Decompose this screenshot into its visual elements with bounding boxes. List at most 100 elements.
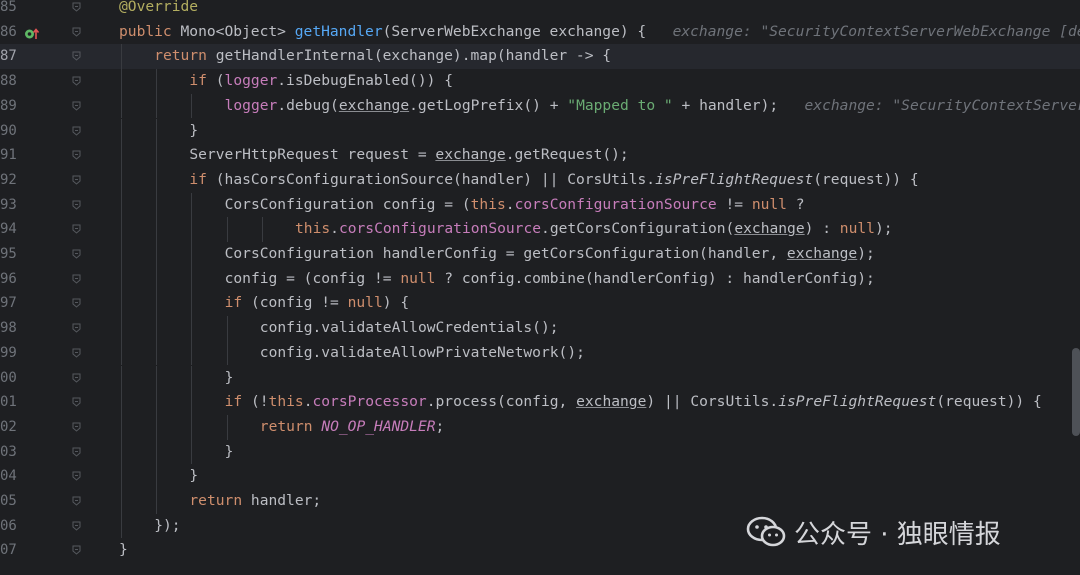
code-line[interactable]: 92 if (hasCorsConfigurationSource(handler… — [0, 167, 1080, 193]
line-number[interactable]: 94 — [0, 217, 18, 242]
fold-marker-icon[interactable] — [72, 545, 81, 556]
code-text[interactable]: @Override — [119, 0, 198, 20]
code-line[interactable]: 96 config = (config != null ? config.comb… — [0, 266, 1080, 292]
code-line[interactable]: 05 return handler; — [0, 489, 1080, 514]
code-text[interactable]: logger.debug(exchange.getLogPrefix() + "… — [225, 94, 1080, 119]
code-line[interactable]: 89 logger.debug(exchange.getLogPrefix() +… — [0, 93, 1080, 119]
code-line[interactable]: 94 this.corsConfigurationSource.getCorsCo… — [0, 217, 1080, 242]
fold-marker-icon[interactable] — [72, 496, 81, 506]
code-line[interactable]: 90} — [0, 118, 1080, 144]
code-text[interactable]: CorsConfiguration config = (this.corsCon… — [225, 193, 805, 218]
code-text[interactable]: if (config != null) { — [225, 291, 410, 316]
code-text[interactable]: ServerHttpRequest request = exchange.get… — [189, 143, 628, 168]
line-number[interactable]: 99 — [0, 341, 18, 366]
fold-marker-icon[interactable] — [72, 323, 81, 333]
code-line[interactable]: 03} — [0, 439, 1080, 465]
fold-marker-icon[interactable] — [72, 471, 81, 481]
code-line[interactable]: 98 config.validateAllowCredentials(); — [0, 316, 1080, 341]
line-number[interactable]: 89 — [0, 94, 18, 119]
code-line[interactable]: 02 return NO_OP_HANDLER; — [0, 414, 1080, 440]
code-editor[interactable]: 85 @Override 86 public Mono<Object> getHand… — [0, 0, 1080, 575]
fold-marker-icon[interactable] — [72, 224, 81, 234]
vertical-scrollbar[interactable] — [1072, 348, 1080, 436]
code-text[interactable]: return getHandlerInternal(exchange).map(… — [154, 44, 611, 69]
fold-marker-icon[interactable] — [72, 101, 81, 111]
indent-guide — [191, 439, 193, 465]
code-text[interactable]: config = (config != null ? config.combin… — [225, 267, 875, 292]
code-line[interactable]: 95 CorsConfiguration handlerConfig = getC… — [0, 242, 1080, 267]
fold-marker-icon[interactable] — [72, 422, 81, 432]
code-line[interactable]: 86 public Mono<Object> getHandler(ServerW… — [0, 20, 1080, 45]
fold-marker-icon[interactable] — [72, 348, 81, 358]
line-number[interactable]: 86 — [0, 20, 18, 45]
indent-guide — [156, 439, 158, 465]
code-text[interactable]: this.corsConfigurationSource.getCorsConf… — [295, 217, 893, 242]
code-text[interactable]: config.validateAllowCredentials(); — [260, 316, 559, 341]
code-text[interactable]: if (hasCorsConfigurationSource(handler) … — [189, 168, 918, 193]
fold-marker-icon[interactable] — [72, 249, 81, 259]
line-number[interactable]: 05 — [0, 489, 18, 514]
line-number[interactable]: 97 — [0, 291, 18, 316]
fold-marker-icon[interactable] — [72, 51, 81, 62]
code-text[interactable]: CorsConfiguration handlerConfig = getCor… — [225, 242, 875, 267]
inlay-hint: exchange: "SecurityContextServer — [804, 96, 1080, 114]
line-number[interactable]: 98 — [0, 316, 18, 341]
fold-marker-icon[interactable] — [72, 150, 81, 160]
fold-marker-icon[interactable] — [72, 298, 81, 309]
code-line[interactable]: 00} — [0, 365, 1080, 391]
fold-marker-icon[interactable] — [72, 200, 81, 210]
line-number[interactable]: 87 — [0, 44, 18, 69]
fold-marker-icon[interactable] — [72, 76, 81, 86]
code-text[interactable]: config.validateAllowPrivateNetwork(); — [260, 341, 585, 366]
fold-marker-icon[interactable] — [72, 175, 81, 185]
code-text[interactable]: if (!this.corsProcessor.process(config, … — [225, 390, 1042, 415]
fold-marker-icon[interactable] — [72, 521, 81, 531]
line-number[interactable]: 92 — [0, 168, 18, 193]
code-token: config = (config != — [224, 269, 401, 287]
line-number[interactable]: 90 — [0, 119, 18, 144]
code-text[interactable]: public Mono<Object> getHandler(ServerWeb… — [119, 20, 1080, 45]
line-number[interactable]: 85 — [0, 0, 18, 20]
code-token: NO_OP_HANDLER — [321, 417, 436, 435]
line-number[interactable]: 91 — [0, 143, 18, 168]
line-number[interactable]: 01 — [0, 390, 18, 415]
fold-marker-icon[interactable] — [72, 397, 81, 407]
line-number[interactable]: 03 — [0, 440, 18, 465]
line-number[interactable]: 96 — [0, 267, 18, 292]
line-number[interactable]: 02 — [0, 415, 18, 440]
code-text[interactable]: return handler; — [189, 489, 321, 514]
code-line[interactable]: 88 if (logger.isDebugEnabled()) { — [0, 69, 1080, 94]
code-text[interactable]: } — [225, 440, 234, 465]
line-number[interactable]: 88 — [0, 69, 18, 94]
code-line[interactable]: 97 if (config != null) { — [0, 291, 1080, 317]
code-line[interactable]: 99 config.validateAllowPrivateNetwork(); — [0, 340, 1080, 366]
code-text[interactable]: } — [119, 538, 128, 563]
fold-marker-icon[interactable] — [72, 373, 81, 383]
code-text[interactable]: }); — [154, 514, 180, 539]
code-text[interactable]: } — [225, 366, 234, 391]
fold-marker-icon[interactable] — [72, 27, 81, 37]
fold-marker-icon[interactable] — [72, 2, 81, 12]
code-line[interactable]: 91 ServerHttpRequest request = exchange.g… — [0, 143, 1080, 168]
code-text[interactable]: if (logger.isDebugEnabled()) { — [189, 69, 453, 94]
line-number[interactable]: 95 — [0, 242, 18, 267]
line-number[interactable]: 00 — [0, 366, 18, 391]
fold-marker-icon[interactable] — [72, 447, 81, 457]
line-number[interactable]: 04 — [0, 464, 18, 489]
code-line[interactable]: 04} — [0, 464, 1080, 489]
fold-marker-icon[interactable] — [72, 126, 81, 136]
code-token: } — [224, 368, 234, 386]
code-text[interactable]: return NO_OP_HANDLER; — [260, 415, 445, 440]
line-number[interactable]: 07 — [0, 538, 18, 563]
override-gutter-icon[interactable] — [24, 25, 40, 39]
fold-marker-icon[interactable] — [72, 274, 81, 284]
line-number[interactable]: 93 — [0, 193, 18, 218]
code-line[interactable]: 85 @Override — [0, 0, 1080, 20]
code-text[interactable]: } — [189, 464, 198, 489]
line-number[interactable]: 06 — [0, 514, 18, 539]
code-line[interactable]: 87 return getHandlerInternal(exchange).ma… — [0, 44, 1080, 70]
code-line[interactable]: 01 if (!this.corsProcessor.process(config… — [0, 390, 1080, 415]
code-line[interactable]: 93 CorsConfiguration config = (this.corsC… — [0, 192, 1080, 218]
code-text[interactable]: } — [189, 119, 198, 144]
indent-guide — [121, 513, 122, 539]
